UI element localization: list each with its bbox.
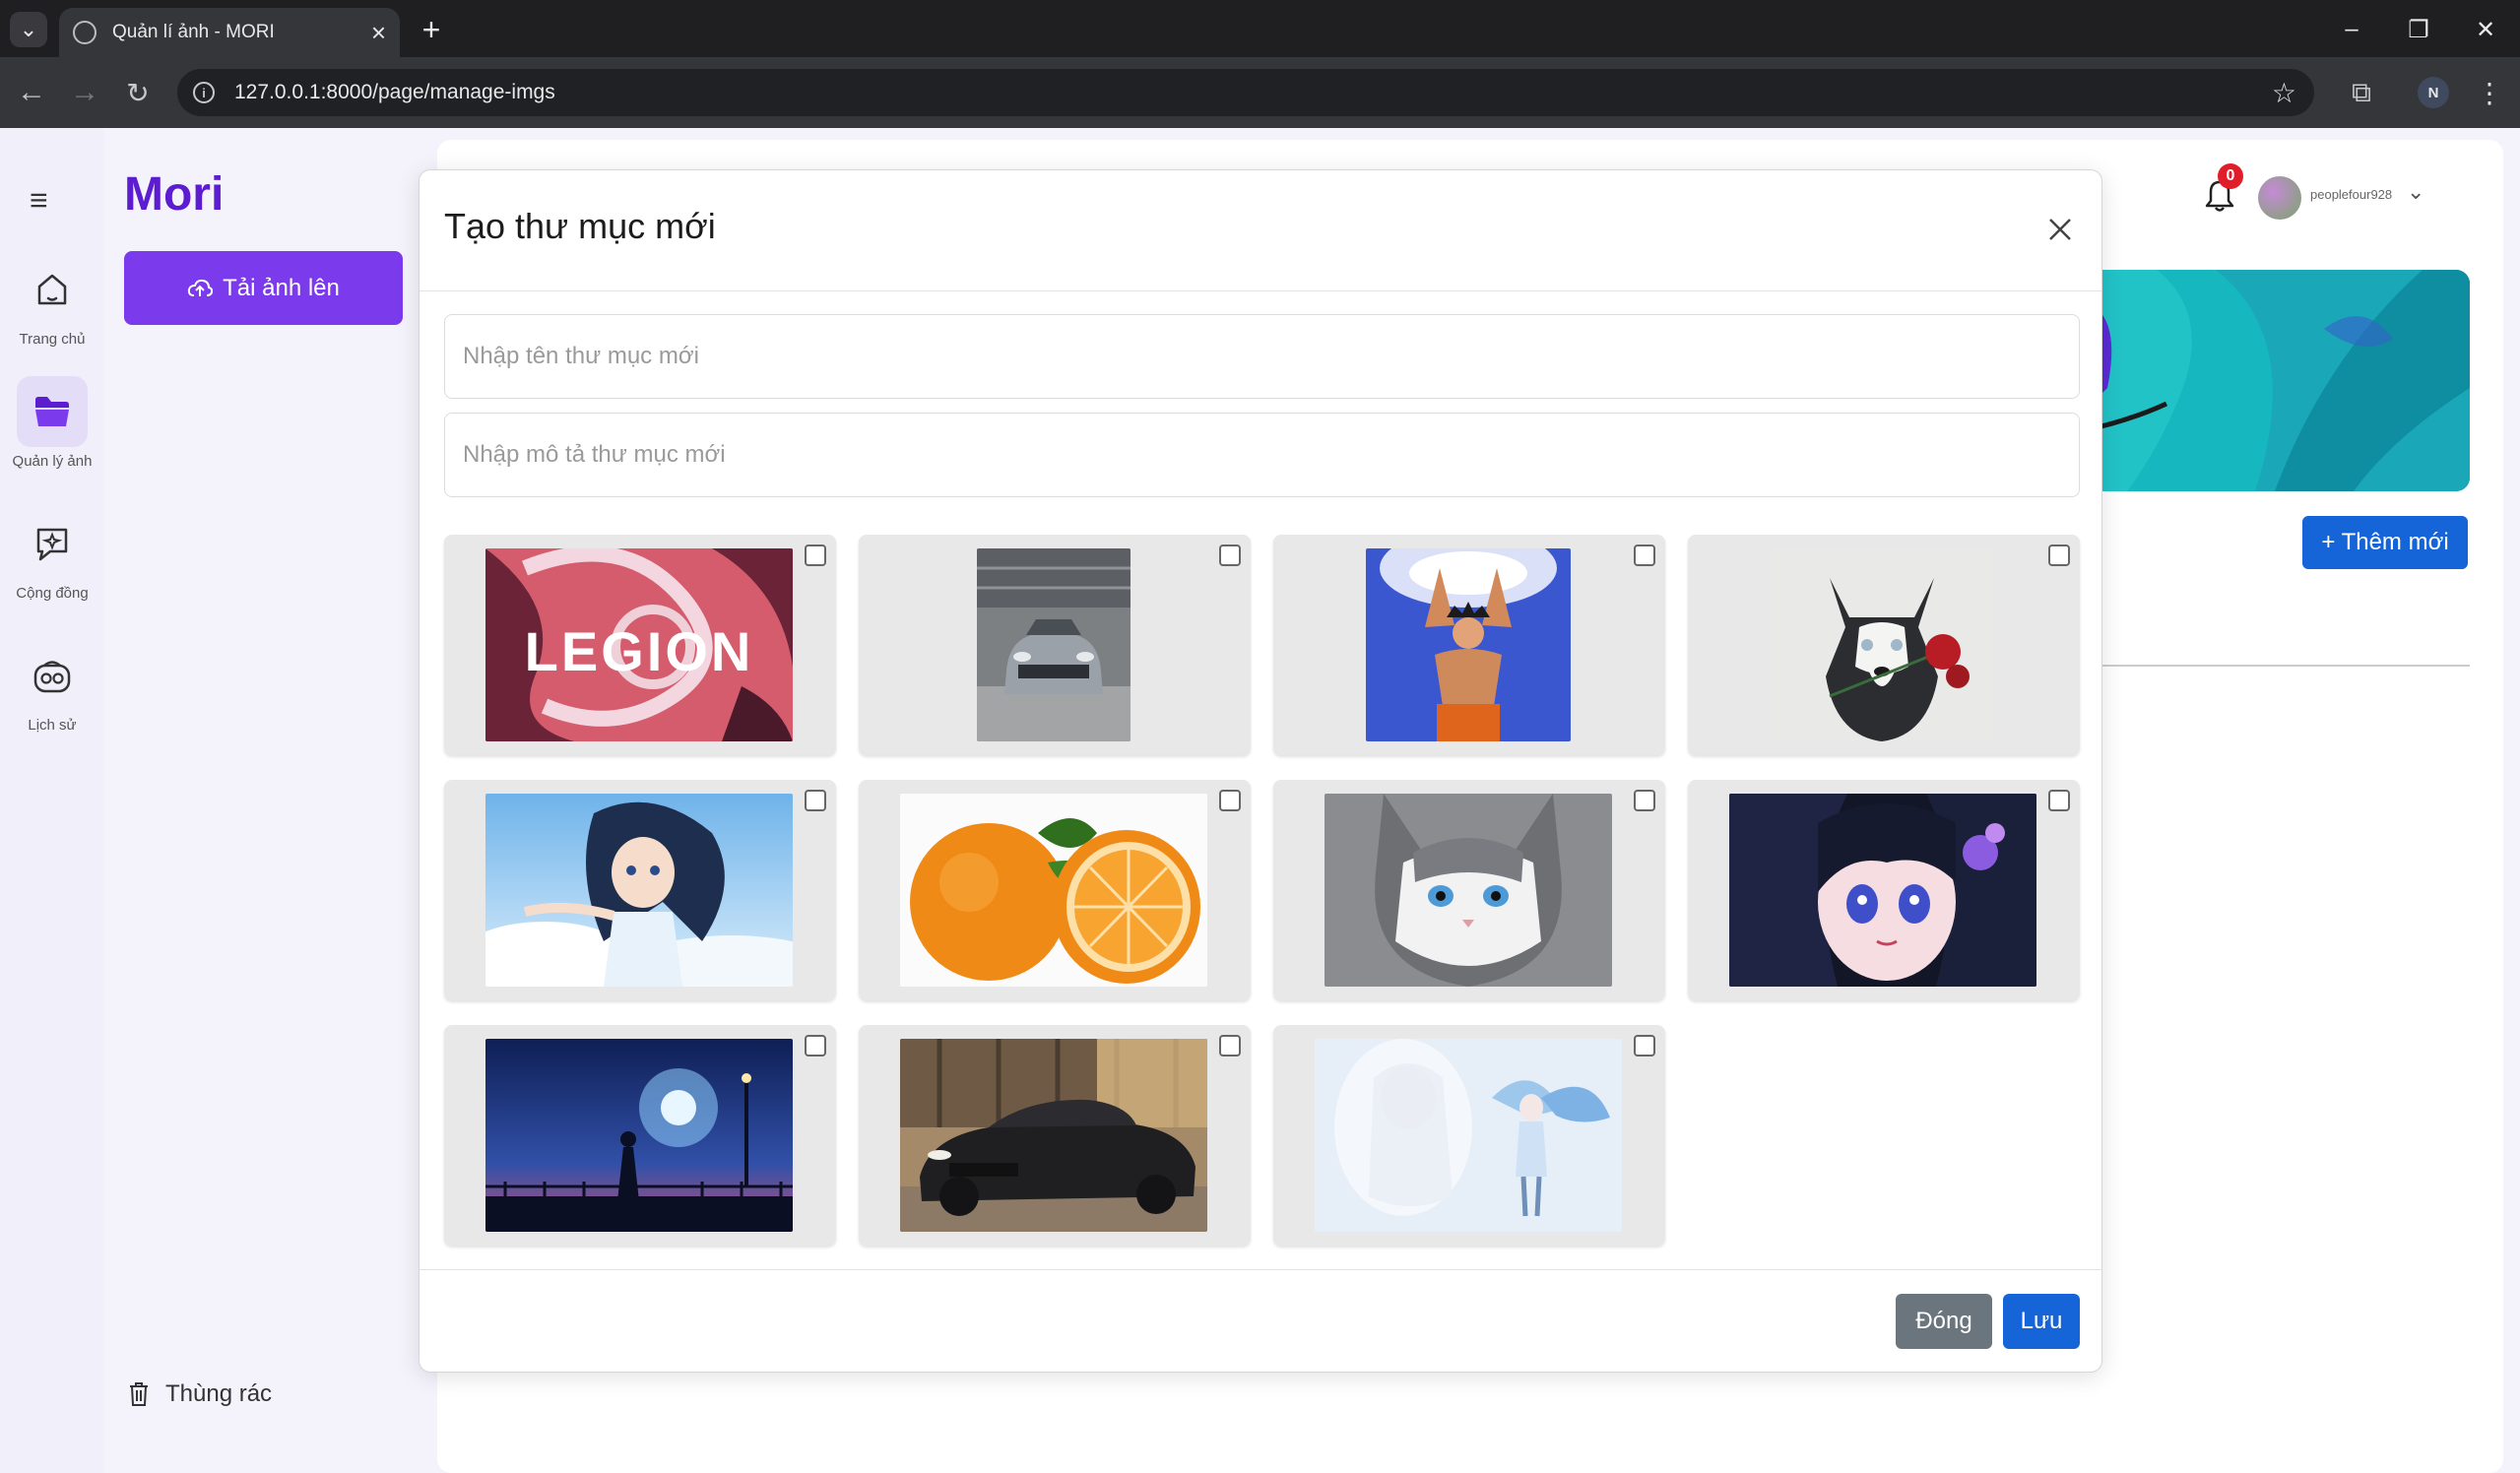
image-thumb bbox=[900, 794, 1207, 987]
hamburger-menu-icon[interactable]: ≡ bbox=[30, 182, 48, 219]
history-icon bbox=[33, 661, 71, 693]
image-checkbox[interactable] bbox=[1634, 790, 1655, 811]
image-card[interactable] bbox=[859, 1025, 1251, 1246]
avatar[interactable] bbox=[2258, 176, 2301, 220]
tab-search-dropdown-icon[interactable]: ⌄ bbox=[10, 12, 47, 47]
close-icon[interactable] bbox=[2040, 210, 2080, 249]
username[interactable]: peoplefour928 bbox=[2310, 187, 2392, 202]
folder-icon bbox=[35, 397, 69, 426]
image-thumb bbox=[1729, 794, 2036, 987]
image-thumb bbox=[1366, 548, 1571, 741]
modal-footer: Đóng Lưu bbox=[420, 1269, 2101, 1372]
save-button[interactable]: Lưu bbox=[2003, 1294, 2080, 1349]
image-checkbox[interactable] bbox=[1634, 1035, 1655, 1057]
image-checkbox[interactable] bbox=[1219, 544, 1241, 566]
rail-item-history[interactable]: Lịch sử bbox=[0, 640, 104, 734]
image-checkbox[interactable] bbox=[805, 1035, 826, 1057]
image-thumb bbox=[1315, 1039, 1622, 1232]
chevron-down-icon[interactable]: ⌄ bbox=[2407, 179, 2424, 205]
modal-header: Tạo thư mục mới bbox=[420, 170, 2101, 291]
image-thumb bbox=[977, 548, 1131, 741]
image-checkbox[interactable] bbox=[1219, 1035, 1241, 1057]
folder-name-input[interactable] bbox=[444, 314, 2080, 399]
rail-label-history: Lịch sử bbox=[28, 717, 77, 734]
notification-badge: 0 bbox=[2218, 163, 2243, 189]
image-checkbox[interactable] bbox=[805, 790, 826, 811]
site-info-icon[interactable]: i bbox=[193, 82, 215, 103]
trash-label: Thùng rác bbox=[165, 1380, 273, 1407]
url-text[interactable]: 127.0.0.1:8000/page/manage-imgs bbox=[234, 81, 2272, 104]
image-card[interactable] bbox=[859, 780, 1251, 1000]
image-checkbox[interactable] bbox=[2048, 544, 2070, 566]
image-checkbox[interactable] bbox=[1634, 544, 1655, 566]
rail-item-community[interactable]: Cộng đồng bbox=[0, 508, 104, 602]
image-thumb bbox=[900, 1039, 1207, 1232]
restore-icon[interactable]: ❐ bbox=[2389, 8, 2448, 51]
rail-item-home[interactable]: Trang chủ bbox=[0, 254, 104, 348]
rail-label-community: Cộng đồng bbox=[16, 585, 89, 602]
image-card[interactable] bbox=[1273, 1025, 1665, 1246]
close-button[interactable]: Đóng bbox=[1896, 1294, 1992, 1349]
browser-tab-bar: ⌄ Quản lí ảnh - MORI × + – ❐ ✕ bbox=[0, 0, 2520, 57]
trash-link[interactable]: Thùng rác bbox=[128, 1380, 272, 1408]
banner-image bbox=[2098, 270, 2470, 491]
sidebar: Mori Tải ảnh lên Thùng rác bbox=[104, 128, 435, 1473]
left-rail: ≡ Trang chủ Quản lý ảnh Cộng đồng Lịch s… bbox=[0, 128, 104, 1473]
image-card[interactable] bbox=[444, 1025, 836, 1246]
image-checkbox[interactable] bbox=[805, 544, 826, 566]
window-close-icon[interactable]: ✕ bbox=[2456, 8, 2515, 51]
home-icon bbox=[37, 274, 67, 305]
bookmark-star-icon[interactable]: ☆ bbox=[2272, 77, 2296, 109]
image-checkbox[interactable] bbox=[2048, 790, 2070, 811]
divider bbox=[2101, 665, 2470, 667]
image-card[interactable] bbox=[1273, 535, 1665, 755]
tab-title: Quản lí ảnh - MORI bbox=[112, 22, 275, 42]
upload-button-label: Tải ảnh lên bbox=[223, 274, 340, 301]
rail-label-home: Trang chủ bbox=[19, 331, 86, 348]
rail-label-manage-images: Quản lý ảnh bbox=[12, 453, 93, 470]
image-thumb bbox=[1325, 794, 1612, 987]
globe-icon bbox=[73, 21, 97, 44]
image-thumb: LEGION bbox=[485, 548, 793, 741]
image-card[interactable]: LEGION bbox=[444, 535, 836, 755]
reload-icon[interactable]: ↻ bbox=[118, 73, 158, 112]
close-tab-icon[interactable]: × bbox=[371, 18, 386, 48]
create-folder-modal: Tạo thư mục mới LEGION bbox=[419, 169, 2102, 1373]
rail-item-manage-images[interactable]: Quản lý ảnh bbox=[0, 376, 104, 470]
image-card[interactable] bbox=[444, 780, 836, 1000]
profile-avatar[interactable]: N bbox=[2418, 77, 2449, 108]
image-card[interactable] bbox=[859, 535, 1251, 755]
folder-description-input[interactable] bbox=[444, 413, 2080, 497]
browser-tab[interactable]: Quản lí ảnh - MORI × bbox=[59, 8, 400, 57]
image-checkbox[interactable] bbox=[1219, 790, 1241, 811]
cloud-upload-icon bbox=[187, 279, 214, 296]
trash-icon bbox=[130, 1382, 148, 1406]
image-thumb bbox=[485, 794, 793, 987]
svg-text:LEGION: LEGION bbox=[525, 620, 754, 682]
image-thumb bbox=[1771, 548, 1993, 741]
image-card[interactable] bbox=[1688, 535, 2080, 755]
image-card[interactable] bbox=[1273, 780, 1665, 1000]
browser-menu-icon[interactable]: ⋮ bbox=[2472, 73, 2507, 112]
add-new-button[interactable]: + Thêm mới bbox=[2302, 516, 2468, 569]
community-icon bbox=[36, 528, 68, 561]
image-thumb bbox=[485, 1039, 793, 1232]
image-card[interactable] bbox=[1688, 780, 2080, 1000]
minimize-icon[interactable]: – bbox=[2322, 8, 2381, 51]
modal-title: Tạo thư mục mới bbox=[444, 206, 716, 246]
browser-toolbar: ← → ↻ i 127.0.0.1:8000/page/manage-imgs … bbox=[0, 57, 2520, 128]
upload-image-button[interactable]: Tải ảnh lên bbox=[124, 251, 403, 325]
app-logo[interactable]: Mori bbox=[124, 167, 224, 222]
address-bar[interactable]: i 127.0.0.1:8000/page/manage-imgs ☆ bbox=[177, 69, 2314, 116]
back-icon[interactable]: ← bbox=[12, 73, 51, 112]
forward-icon[interactable]: → bbox=[65, 73, 104, 112]
new-tab-icon[interactable]: + bbox=[414, 12, 449, 47]
extensions-icon[interactable]: ⧉ bbox=[2342, 73, 2381, 112]
